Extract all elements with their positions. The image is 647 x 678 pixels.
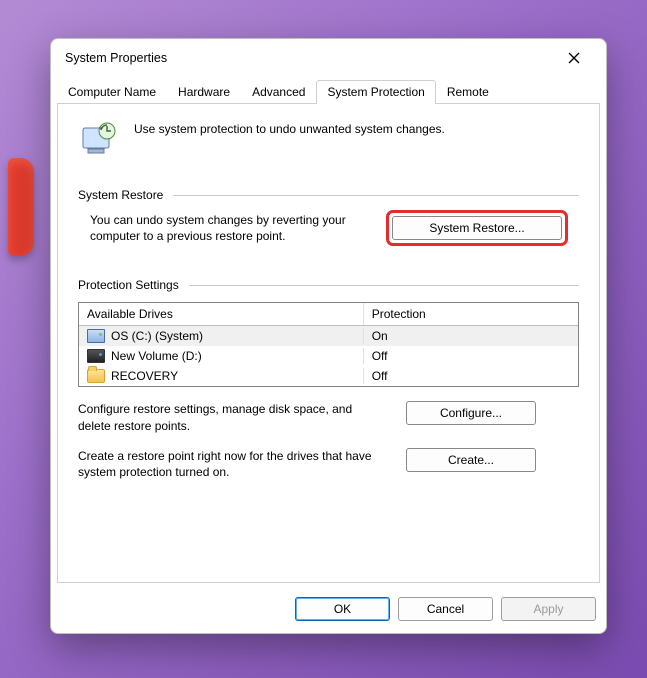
intro-text: Use system protection to undo unwanted s… bbox=[134, 120, 445, 136]
tab-remote[interactable]: Remote bbox=[436, 80, 500, 104]
column-header-protection[interactable]: Protection bbox=[364, 303, 578, 325]
window-title: System Properties bbox=[65, 51, 554, 65]
background-decoration bbox=[8, 158, 34, 256]
drives-header: Available Drives Protection bbox=[79, 303, 578, 326]
section-system-restore-header: System Restore bbox=[78, 188, 579, 202]
cancel-button[interactable]: Cancel bbox=[398, 597, 493, 621]
folder-icon bbox=[87, 369, 105, 383]
drive-name: RECOVERY bbox=[111, 369, 178, 383]
disk-icon bbox=[87, 349, 105, 363]
system-restore-description: You can undo system changes by reverting… bbox=[90, 212, 370, 244]
drive-name: New Volume (D:) bbox=[111, 349, 202, 363]
drive-row[interactable]: OS (C:) (System) On bbox=[79, 326, 578, 346]
section-heading: Protection Settings bbox=[78, 278, 179, 292]
drive-name: OS (C:) (System) bbox=[111, 329, 203, 343]
tab-computer-name[interactable]: Computer Name bbox=[57, 80, 167, 104]
dialog-button-row: OK Cancel Apply bbox=[51, 589, 606, 633]
divider bbox=[189, 285, 579, 286]
tab-panel-system-protection: Use system protection to undo unwanted s… bbox=[57, 103, 600, 583]
titlebar: System Properties bbox=[51, 39, 606, 77]
section-heading: System Restore bbox=[78, 188, 163, 202]
divider bbox=[173, 195, 579, 196]
drive-protection: On bbox=[372, 329, 388, 343]
disk-icon bbox=[87, 329, 105, 343]
column-header-drive[interactable]: Available Drives bbox=[79, 303, 364, 325]
create-description: Create a restore point right now for the… bbox=[78, 448, 388, 480]
drive-protection: Off bbox=[372, 349, 388, 363]
close-button[interactable] bbox=[554, 43, 594, 73]
system-restore-button[interactable]: System Restore... bbox=[392, 216, 562, 240]
close-icon bbox=[568, 52, 580, 64]
tabs-bar: Computer Name Hardware Advanced System P… bbox=[51, 79, 606, 103]
system-protection-icon bbox=[78, 120, 118, 160]
ok-button[interactable]: OK bbox=[295, 597, 390, 621]
system-properties-window: System Properties Computer Name Hardware… bbox=[50, 38, 607, 634]
tab-system-protection[interactable]: System Protection bbox=[316, 80, 435, 104]
desktop-background: System Properties Computer Name Hardware… bbox=[0, 0, 647, 678]
apply-button[interactable]: Apply bbox=[501, 597, 596, 621]
drives-listbox[interactable]: Available Drives Protection OS (C:) (Sys… bbox=[78, 302, 579, 387]
configure-description: Configure restore settings, manage disk … bbox=[78, 401, 388, 433]
tab-advanced[interactable]: Advanced bbox=[241, 80, 316, 104]
drive-protection: Off bbox=[372, 369, 388, 383]
tab-hardware[interactable]: Hardware bbox=[167, 80, 241, 104]
section-protection-settings-header: Protection Settings bbox=[78, 278, 579, 292]
create-button[interactable]: Create... bbox=[406, 448, 536, 472]
configure-button[interactable]: Configure... bbox=[406, 401, 536, 425]
system-restore-button-highlight: System Restore... bbox=[388, 212, 566, 244]
drive-row[interactable]: RECOVERY Off bbox=[79, 366, 578, 386]
drive-row[interactable]: New Volume (D:) Off bbox=[79, 346, 578, 366]
